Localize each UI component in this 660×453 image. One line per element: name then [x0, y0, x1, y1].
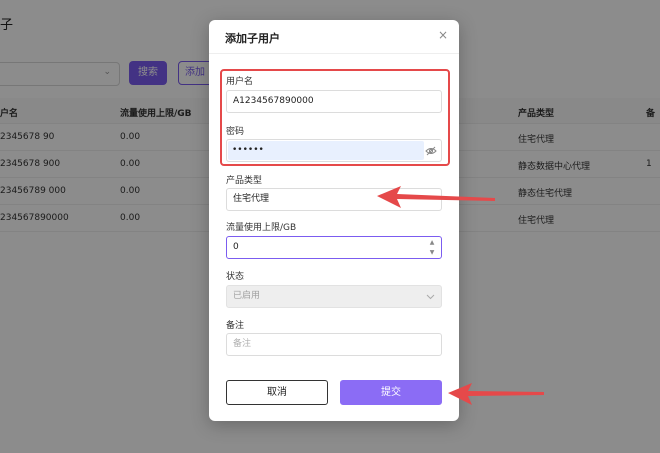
- add-subuser-dialog: 添加子用户 × 用户名 A1234567890000 密码 •••••• 产品类…: [209, 20, 459, 421]
- dialog-title: 添加子用户: [225, 32, 280, 45]
- flow-limit-label: 流量使用上限/GB: [226, 223, 297, 233]
- chevron-down-icon: [426, 294, 435, 300]
- status-label: 状态: [226, 272, 245, 282]
- username-label: 用户名: [226, 77, 254, 87]
- password-value: ••••••: [232, 145, 264, 155]
- chevron-up-icon[interactable]: ▲: [427, 238, 437, 248]
- flow-limit-value: 0: [233, 242, 239, 252]
- remark-label: 备注: [226, 321, 245, 331]
- dialog-header: 添加子用户 ×: [209, 20, 459, 54]
- flow-limit-stepper[interactable]: 0 ▲ ▼: [226, 236, 442, 259]
- close-icon[interactable]: ×: [438, 28, 448, 42]
- eye-off-icon[interactable]: [425, 145, 437, 157]
- annotation-arrow-icon: [377, 186, 495, 208]
- password-label: 密码: [226, 127, 245, 137]
- product-type-label: 产品类型: [226, 176, 263, 186]
- status-value: 已启用: [233, 291, 261, 301]
- stepper-arrows[interactable]: ▲ ▼: [427, 238, 437, 258]
- chevron-down-icon[interactable]: ▼: [427, 248, 437, 258]
- submit-button[interactable]: 提交: [340, 380, 442, 405]
- cancel-button[interactable]: 取消: [226, 380, 328, 405]
- username-input[interactable]: A1234567890000: [226, 90, 442, 113]
- status-select: 已启用: [226, 285, 442, 308]
- remark-input[interactable]: 备注: [226, 333, 442, 356]
- annotation-arrow-icon: [448, 383, 544, 405]
- password-input[interactable]: ••••••: [226, 139, 442, 162]
